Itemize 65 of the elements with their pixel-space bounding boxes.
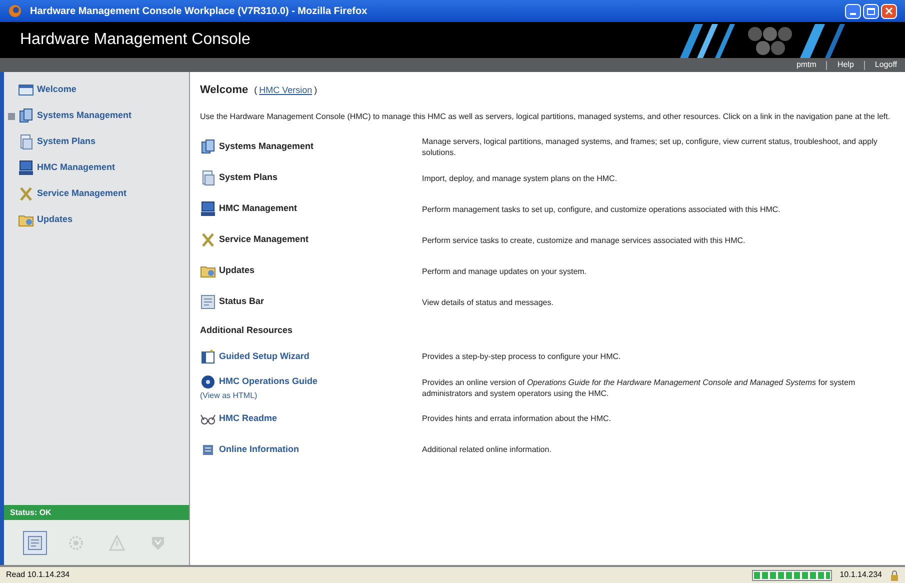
task-description: Import, deploy, and manage system plans on the HMC. bbox=[422, 172, 618, 184]
task-label: Updates bbox=[219, 264, 255, 278]
task-label: Systems Management bbox=[219, 140, 314, 154]
monitor-icon bbox=[18, 160, 34, 176]
document-icon bbox=[18, 134, 34, 150]
task-description: Perform service tasks to create, customize and manage services associated with this HMC. bbox=[422, 234, 746, 246]
header-link[interactable]: pmtm bbox=[796, 59, 816, 71]
close-icon bbox=[885, 7, 893, 15]
status-header: Status: OK bbox=[4, 505, 189, 520]
window-icon bbox=[18, 82, 34, 98]
status-text: Read 10.1.14.234 bbox=[6, 569, 71, 581]
task-label: System Plans bbox=[219, 171, 278, 184]
resource-description: Additional related online information. bbox=[422, 444, 552, 455]
html-link[interactable]: (View as HTML) bbox=[200, 390, 422, 402]
lock-icon bbox=[890, 570, 899, 580]
task-description: Perform management tasks to set up, configure, and customize operations associated with this HMC. bbox=[422, 204, 782, 214]
monitor-icon bbox=[200, 201, 216, 217]
resource-description: Provides a step-by-step process to configure your HMC. bbox=[422, 351, 622, 362]
bracket-text: ) bbox=[314, 84, 318, 97]
disc-icon bbox=[200, 374, 216, 390]
address-text: 10.1.14.234 bbox=[840, 569, 882, 581]
page-heading: Welcome bbox=[200, 83, 248, 98]
browser-icon bbox=[8, 4, 22, 18]
panel-icon bbox=[200, 294, 216, 310]
task-label: HMC Management bbox=[219, 202, 298, 216]
panel-icon bbox=[26, 534, 43, 550]
warning-icon bbox=[109, 534, 126, 550]
resource-link[interactable]: HMC Operations Guide bbox=[219, 374, 318, 388]
document-icon bbox=[200, 170, 216, 186]
intro-text: Use the Hardware Management Console (HMC) to manage this HMC as well as servers, logical partitions, managed systems, and other resources. Click on a link in the navigation pane at the left. bbox=[200, 110, 892, 122]
nav-link[interactable]: Service Management bbox=[37, 187, 127, 201]
nav-link[interactable]: Welcome bbox=[37, 83, 76, 97]
expand-icon[interactable] bbox=[8, 112, 15, 120]
resource-description: Provides an online version of Operations Guide for the Hardware Management Console and Managed Systems for system administrators and system operators using the HMC. bbox=[422, 376, 856, 398]
maximize-button[interactable] bbox=[863, 4, 879, 18]
nav-link[interactable]: System Plans bbox=[37, 135, 96, 149]
window-title: Hardware Management Console Workplace (V7R310.0) - Mozilla Firefox bbox=[30, 4, 368, 18]
gear-icon bbox=[68, 534, 84, 550]
nav-link[interactable]: Updates bbox=[37, 213, 73, 227]
section-heading: Additional Resources bbox=[200, 324, 294, 336]
tools-icon bbox=[18, 186, 34, 202]
task-description: Manage servers, logical partitions, managed systems, and frames; set up, configure, view current status, troubleshoot, and apply solutions. bbox=[422, 136, 878, 158]
minimize-button[interactable] bbox=[845, 4, 861, 18]
server-icon bbox=[18, 108, 34, 124]
server-icon bbox=[200, 139, 216, 155]
task-label: Service Management bbox=[219, 233, 309, 246]
resource-link[interactable]: Online Information bbox=[219, 442, 299, 456]
version-link[interactable]: HMC Version bbox=[259, 84, 312, 97]
wizard-icon bbox=[200, 348, 216, 364]
app-title: Hardware Management Console bbox=[20, 30, 252, 50]
tools-icon bbox=[200, 232, 216, 248]
status-button[interactable] bbox=[22, 530, 47, 554]
close-button[interactable] bbox=[881, 4, 897, 18]
resource-description: Provides hints and errata information about the HMC. bbox=[422, 413, 612, 424]
task-description: Perform and manage updates on your system. bbox=[422, 266, 588, 276]
resource-link[interactable]: HMC Readme bbox=[219, 412, 278, 426]
nav-link[interactable]: Systems Management bbox=[37, 109, 132, 123]
bracket-text: ( bbox=[254, 84, 258, 97]
task-description: View details of status and messages. bbox=[422, 296, 554, 308]
header-link[interactable]: Help bbox=[837, 59, 854, 71]
header-link[interactable]: Logoff bbox=[874, 59, 897, 71]
resource-link[interactable]: Guided Setup Wizard bbox=[219, 350, 310, 364]
nav-link[interactable]: HMC Management bbox=[37, 161, 116, 175]
shield-icon bbox=[150, 534, 166, 550]
task-label: Status Bar bbox=[219, 295, 264, 308]
